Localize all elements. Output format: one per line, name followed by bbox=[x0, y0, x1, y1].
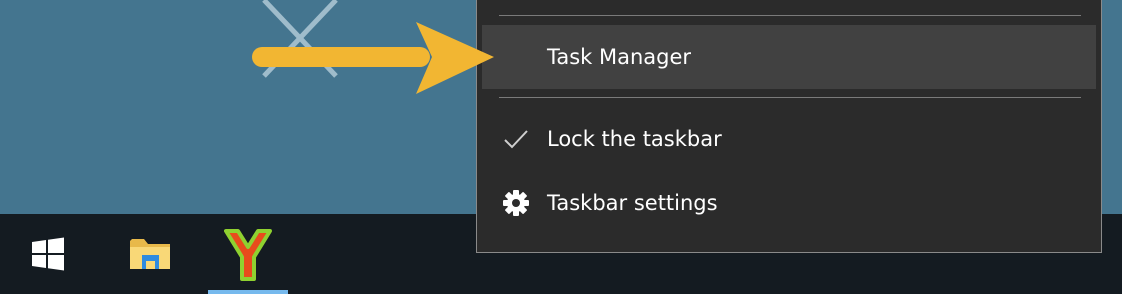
menu-item-lock-taskbar[interactable]: Lock the taskbar bbox=[482, 107, 1096, 171]
menu-item-label: Taskbar settings bbox=[547, 191, 718, 215]
yandex-browser-button[interactable] bbox=[208, 214, 288, 294]
menu-separator bbox=[499, 15, 1081, 16]
taskbar-context-menu: Task Manager Lock the taskbar Taskbar se… bbox=[476, 0, 1102, 253]
menu-item-label: Lock the taskbar bbox=[547, 127, 722, 151]
file-explorer-button[interactable] bbox=[108, 214, 192, 294]
menu-item-task-manager[interactable]: Task Manager bbox=[482, 25, 1096, 89]
checkmark-icon bbox=[499, 107, 533, 171]
menu-item-label: Task Manager bbox=[547, 45, 692, 69]
folder-icon bbox=[130, 239, 170, 269]
yandex-y-icon bbox=[224, 229, 272, 281]
menu-separator bbox=[499, 97, 1081, 98]
menu-item-taskbar-settings[interactable]: Taskbar settings bbox=[482, 171, 1096, 235]
gear-icon bbox=[499, 171, 533, 235]
arrow-right-icon bbox=[252, 22, 494, 94]
windows-logo-icon bbox=[32, 237, 64, 271]
start-button[interactable] bbox=[8, 214, 88, 294]
active-indicator bbox=[208, 290, 288, 294]
